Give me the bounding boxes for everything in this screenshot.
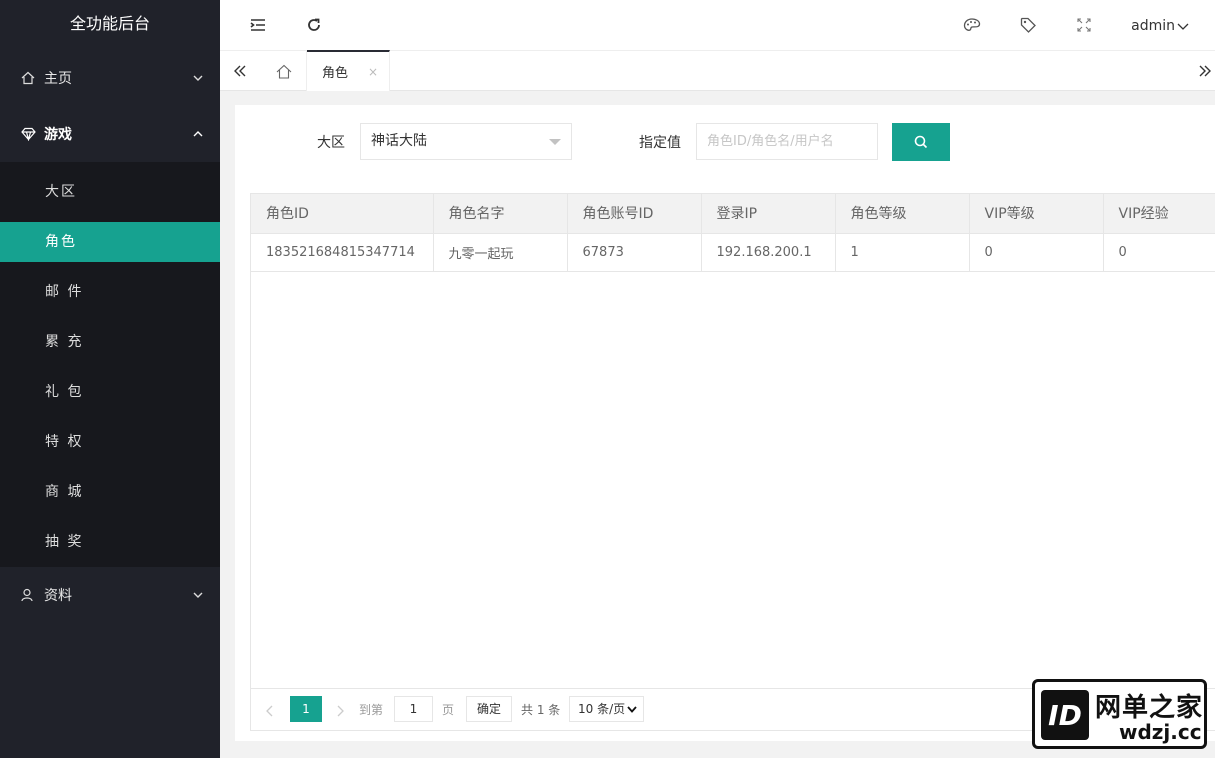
tag-icon[interactable] — [1018, 14, 1038, 36]
goto-confirm-button[interactable]: 确定 — [466, 696, 512, 722]
chevron-down-icon — [193, 592, 203, 598]
sidebar: 全功能后台 主页 游戏 大区 角色 邮 件 累 充 礼 包 特 权 商 城 抽 … — [0, 0, 220, 758]
sidebar-item-lottery[interactable]: 抽 奖 — [0, 517, 220, 567]
sidebar-item-label: 游戏 — [44, 127, 72, 143]
table-cell: 九零一起玩 — [433, 233, 568, 272]
next-page-icon[interactable] — [335, 697, 345, 723]
sidebar-item-game[interactable]: 游戏 — [0, 106, 220, 162]
sidebar-item-role[interactable]: 角色 — [0, 222, 220, 262]
top-header: admin — [220, 0, 1215, 50]
table-cell: 0 — [1103, 233, 1215, 272]
page-size-select[interactable]: 10 条/页 — [569, 696, 644, 722]
sidebar-item-gift[interactable]: 礼 包 — [0, 367, 220, 417]
home-icon — [20, 70, 36, 86]
tabs-scroll-left-icon[interactable] — [220, 51, 260, 91]
sidebar-item-label: 主页 — [44, 71, 72, 87]
table-cell: 183521684815347714 — [251, 233, 434, 272]
column-header[interactable]: 角色名字 — [433, 194, 568, 234]
column-header[interactable]: VIP等级 — [969, 194, 1104, 234]
column-header[interactable]: 角色等级 — [835, 194, 970, 234]
goto-page-input[interactable]: 1 — [394, 696, 433, 722]
sidebar-item-shop[interactable]: 商 城 — [0, 467, 220, 517]
column-header[interactable]: VIP经验 — [1103, 194, 1215, 234]
chevron-down-icon — [193, 75, 203, 81]
user-menu[interactable]: admin — [1131, 0, 1189, 52]
brand-title: 网单之家 — [1095, 693, 1204, 723]
user-icon — [20, 587, 36, 603]
tab-role[interactable]: 角色 × — [307, 50, 390, 91]
table-header-row: 角色ID 角色名字 角色账号ID 登录IP 角色等级 VIP等级 VIP经验 — [251, 194, 1215, 234]
sidebar-item-recharge[interactable]: 累 充 — [0, 317, 220, 367]
data-table: 角色ID 角色名字 角色账号ID 登录IP 角色等级 VIP等级 VIP经验 1… — [250, 193, 1215, 689]
sidebar-item-label: 资料 — [44, 588, 72, 604]
refresh-icon[interactable] — [304, 14, 324, 36]
sidebar-item-mail[interactable]: 邮 件 — [0, 267, 220, 317]
chevron-down-icon — [627, 706, 637, 713]
brand-domain: wdzj.cc — [1119, 720, 1202, 744]
zone-select-value: 神话大陆 — [371, 133, 427, 149]
chevron-up-icon — [193, 131, 203, 137]
tabs-scroll-right-icon[interactable] — [1185, 51, 1215, 91]
column-header[interactable]: 角色账号ID — [567, 194, 702, 234]
goto-label: 到第 — [359, 703, 384, 717]
chevron-down-icon — [1177, 23, 1189, 30]
table-cell: 0 — [969, 233, 1104, 272]
zone-select[interactable]: 神话大陆 — [360, 123, 572, 160]
sidebar-item-zone[interactable]: 大区 — [0, 167, 220, 217]
current-page[interactable]: 1 — [290, 696, 322, 722]
close-icon[interactable]: × — [368, 65, 378, 79]
app-title: 全功能后台 — [69, 14, 150, 33]
total-count: 共 1 条 — [521, 703, 561, 717]
username: admin — [1131, 18, 1175, 34]
search-input[interactable] — [696, 123, 878, 160]
page-unit-label: 页 — [442, 703, 455, 717]
table-row[interactable]: 183521684815347714 九零一起玩 67873 192.168.2… — [251, 233, 1215, 272]
column-header[interactable]: 角色ID — [251, 194, 434, 234]
table-cell: 1 — [835, 233, 970, 272]
search-icon — [914, 135, 928, 149]
fullscreen-icon[interactable] — [1074, 14, 1094, 36]
sidebar-item-home[interactable]: 主页 — [0, 50, 220, 106]
home-icon — [276, 64, 292, 79]
caret-down-icon — [549, 139, 561, 145]
table-cell: 67873 — [567, 233, 702, 272]
zone-label: 大区 — [317, 135, 345, 151]
diamond-icon — [20, 126, 36, 142]
column-header[interactable]: 登录IP — [701, 194, 836, 234]
prev-page-icon[interactable] — [265, 697, 275, 723]
value-label: 指定值 — [639, 135, 681, 151]
brand-mark: ID — [1041, 690, 1089, 740]
theme-palette-icon[interactable] — [962, 14, 982, 36]
menu-toggle-icon[interactable] — [248, 14, 268, 36]
sidebar-item-privilege[interactable]: 特 权 — [0, 417, 220, 467]
search-button[interactable] — [892, 123, 950, 161]
brand-logo: ID 网单之家 wdzj.cc — [1032, 679, 1207, 749]
table-cell: 192.168.200.1 — [701, 233, 836, 272]
tab-bar: 角色 × — [220, 50, 1215, 91]
game-submenu: 大区 角色 邮 件 累 充 礼 包 特 权 商 城 抽 奖 — [0, 162, 220, 567]
sidebar-item-profile[interactable]: 资料 — [0, 567, 220, 623]
tab-label: 角色 — [322, 66, 349, 81]
main-card: 大区 神话大陆 指定值 角色ID 角色名字 角色账号ID 登录IP 角色等级 V… — [235, 105, 1215, 741]
page-size-value: 10 条/页 — [578, 702, 626, 716]
home-tab[interactable] — [262, 51, 307, 91]
